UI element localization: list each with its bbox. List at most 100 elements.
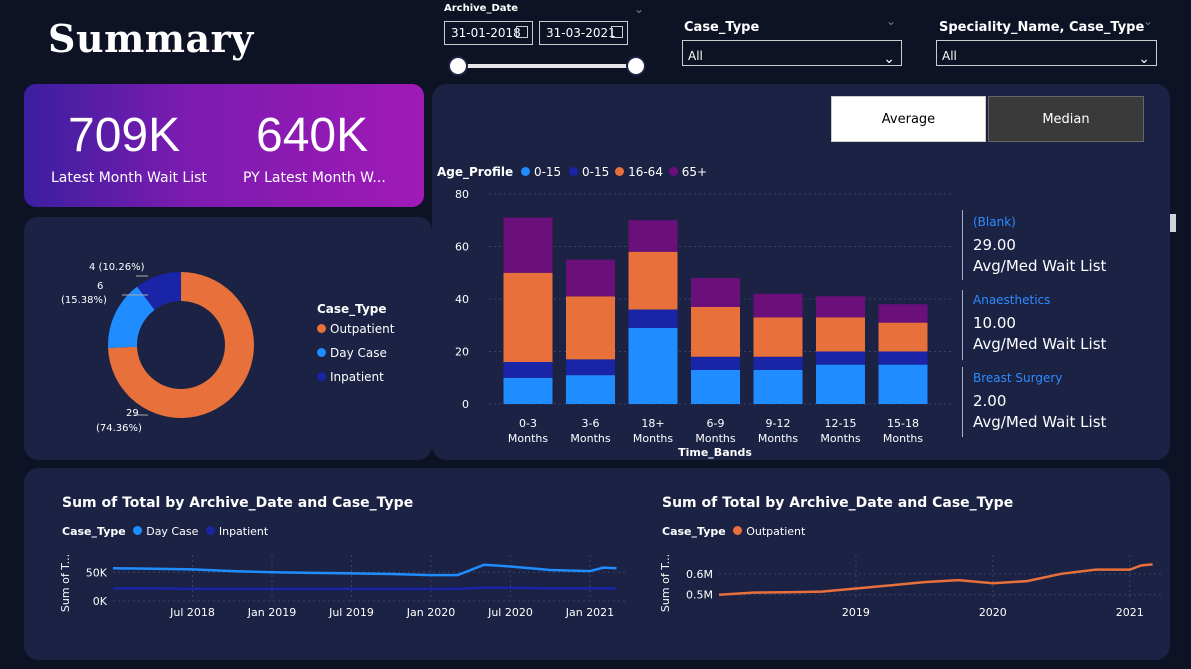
bar-segment[interactable] xyxy=(878,304,928,323)
legend-item-65-plus[interactable]: 65+ xyxy=(668,165,708,179)
x-tick-label: 3-6 xyxy=(582,417,600,430)
card-breast-surgery-label: Avg/Med Wait List xyxy=(973,413,1107,431)
legend-item-0-15-b[interactable]: 0-15 xyxy=(569,165,609,179)
x-tick-label: Months xyxy=(508,432,548,445)
bar-segment[interactable] xyxy=(628,309,678,328)
donut-legend-outpatient[interactable]: Outpatient xyxy=(317,322,394,336)
bar-x-axis-label: Time_Bands xyxy=(678,446,752,459)
bar-segment[interactable] xyxy=(503,217,553,273)
daycase-slice-pct: (15.38%) xyxy=(61,295,107,306)
right-line-chart[interactable]: 0.6M 0.5M 2019 2020 2021 Sum of T... xyxy=(655,545,1165,625)
legend-label: 65+ xyxy=(681,165,708,179)
bar-segment[interactable] xyxy=(503,377,553,404)
bar-segment[interactable] xyxy=(816,317,865,352)
legend-item-inpatient[interactable]: Inpatient xyxy=(205,525,269,538)
legend-dot xyxy=(133,526,143,535)
case-type-value: All xyxy=(688,49,703,63)
outpatient-legend-dot xyxy=(317,324,326,333)
x-tick-label: Months xyxy=(758,432,798,445)
end-date-value: 31-03-2021 xyxy=(546,26,616,40)
inpatient-slice-label: 4 (10.26%) xyxy=(89,262,145,273)
series-line-inpatient[interactable] xyxy=(113,586,617,591)
x-tick-label: 2019 xyxy=(842,606,870,619)
average-toggle-button[interactable]: Average xyxy=(831,96,986,142)
x-tick-label: 12-15 xyxy=(825,417,857,430)
card-divider xyxy=(962,290,963,360)
bar-segment[interactable] xyxy=(816,351,865,365)
series-line-day-case[interactable] xyxy=(112,563,617,577)
right-line-title: Sum of Total by Archive_Date and Case_Ty… xyxy=(662,495,1014,511)
calendar-icon[interactable] xyxy=(611,26,623,38)
legend-label: Inpatient xyxy=(218,525,269,538)
legend-item-0-15-a[interactable]: 0-15 xyxy=(520,165,562,179)
legend-label: Day Case xyxy=(146,525,199,538)
median-toggle-button[interactable]: Median xyxy=(988,96,1144,142)
case-type-label: Case_Type xyxy=(684,20,760,35)
legend-dot xyxy=(733,526,743,535)
bar-segment[interactable] xyxy=(878,351,928,365)
start-date-input[interactable]: 31-01-2018 xyxy=(444,21,533,45)
card-divider xyxy=(962,210,963,280)
scrollbar-thumb[interactable] xyxy=(1170,214,1176,232)
bar-segment[interactable] xyxy=(878,322,928,352)
legend-dot xyxy=(615,167,625,176)
legend-item-day-case[interactable]: Day Case xyxy=(133,525,198,538)
chevron-down-icon[interactable]: ⌄ xyxy=(634,2,644,16)
legend-item-16-64[interactable]: 16-64 xyxy=(615,165,663,179)
series-line-outpatient[interactable] xyxy=(718,563,1153,596)
x-tick-label: 2020 xyxy=(979,606,1007,619)
y-tick-label: 60 xyxy=(455,241,469,254)
bar-segment[interactable] xyxy=(503,362,553,378)
end-date-input[interactable]: 31-03-2021 xyxy=(539,21,628,45)
bar-segment[interactable] xyxy=(628,220,678,252)
bar-segment[interactable] xyxy=(816,364,865,404)
card-anaesthetics-value: 10.00 xyxy=(973,314,1016,332)
donut-chart[interactable] xyxy=(24,217,432,460)
calendar-icon[interactable] xyxy=(516,26,528,38)
slider-end-handle[interactable] xyxy=(626,56,646,76)
bar-segment[interactable] xyxy=(878,364,928,404)
legend-label: 0-15 xyxy=(533,165,562,179)
speciality-label: Speciality_Name, Case_Type xyxy=(939,20,1145,35)
left-legend-title: Case_Type xyxy=(62,525,126,538)
date-range-slider[interactable] xyxy=(458,64,638,68)
card-blank-head: (Blank) xyxy=(973,215,1016,229)
bar-segment[interactable] xyxy=(503,272,553,362)
bar-segment[interactable] xyxy=(753,369,803,404)
bar-segment[interactable] xyxy=(566,259,615,297)
donut-legend-inpatient[interactable]: Inpatient xyxy=(317,370,384,384)
legend-dot xyxy=(569,167,579,176)
bar-segment[interactable] xyxy=(691,278,740,307)
left-line-chart[interactable]: 50K 0K Jul 2018 Jan 2019 Jul 2019 Jan 2020 Ju… xyxy=(55,545,630,625)
bar-segment[interactable] xyxy=(753,356,803,370)
x-tick-label: 15-18 xyxy=(887,417,919,430)
chevron-down-icon[interactable]: ⌄ xyxy=(886,14,896,28)
bar-chart[interactable]: 0 20 40 60 80 0-3 Months 3-6 Months 18+ Months 6-9… xyxy=(432,180,952,465)
speciality-dropdown[interactable]: All ⌄ xyxy=(936,40,1157,67)
donut-legend-daycase[interactable]: Day Case xyxy=(317,346,387,360)
bar-segment[interactable] xyxy=(691,306,740,357)
daycase-legend-dot xyxy=(317,348,326,357)
chevron-down-icon[interactable]: ⌄ xyxy=(1143,14,1153,28)
bar-segment[interactable] xyxy=(753,317,803,357)
legend-label: Day Case xyxy=(330,346,387,360)
outpatient-slice-pct: (74.36%) xyxy=(96,423,142,434)
bar-segment[interactable] xyxy=(691,369,740,404)
card-breast-surgery-head: Breast Surgery xyxy=(973,371,1063,385)
bar-segment[interactable] xyxy=(816,296,865,318)
left-line-title: Sum of Total by Archive_Date and Case_Ty… xyxy=(62,495,414,511)
slider-start-handle[interactable] xyxy=(448,56,468,76)
bar-segment[interactable] xyxy=(566,359,615,376)
bar-segment[interactable] xyxy=(628,251,678,310)
bar-segment[interactable] xyxy=(753,293,803,318)
x-tick-label: 0-3 xyxy=(519,417,537,430)
case-type-dropdown[interactable]: All ⌄ xyxy=(682,40,902,67)
legend-item-outpatient[interactable]: Outpatient xyxy=(733,525,805,538)
card-breast-surgery-value: 2.00 xyxy=(973,392,1007,410)
card-blank-label: Avg/Med Wait List xyxy=(973,257,1107,275)
bar-segment[interactable] xyxy=(691,356,740,370)
bar-segment[interactable] xyxy=(566,375,615,404)
bar-segment[interactable] xyxy=(628,327,678,404)
archive-date-label: Archive_Date xyxy=(444,3,519,14)
bar-segment[interactable] xyxy=(566,296,615,360)
